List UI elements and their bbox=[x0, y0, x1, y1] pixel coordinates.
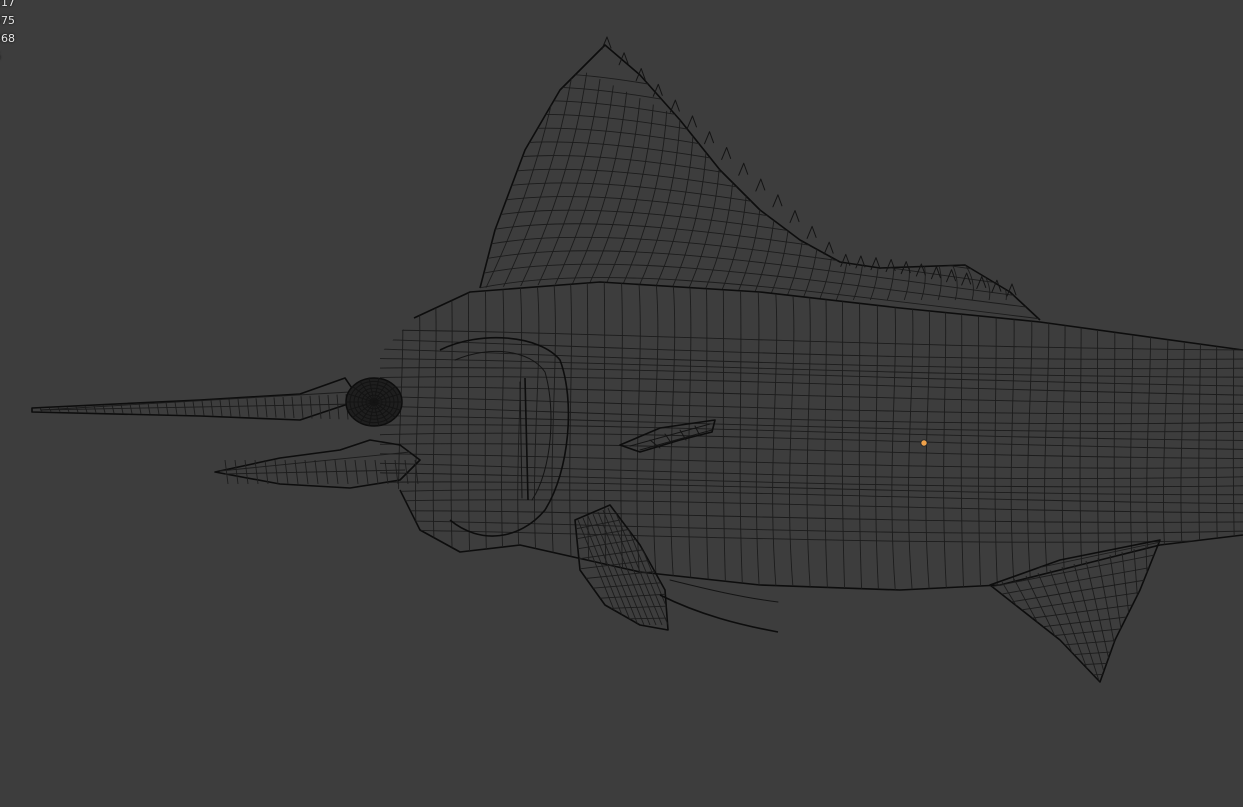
anal-fin bbox=[989, 539, 1161, 683]
marlin-wireframe-mesh[interactable] bbox=[0, 0, 1243, 807]
dorsal-fin bbox=[479, 36, 1041, 321]
marlin-body bbox=[379, 281, 1243, 591]
marlin-lower-jaw bbox=[214, 439, 421, 489]
origin-point-icon[interactable] bbox=[920, 439, 928, 447]
marlin-bill bbox=[31, 377, 361, 421]
pelvic-fin bbox=[574, 504, 779, 633]
3d-viewport[interactable]: 217 575 368 5 bbox=[0, 0, 1243, 807]
eye bbox=[345, 377, 403, 427]
